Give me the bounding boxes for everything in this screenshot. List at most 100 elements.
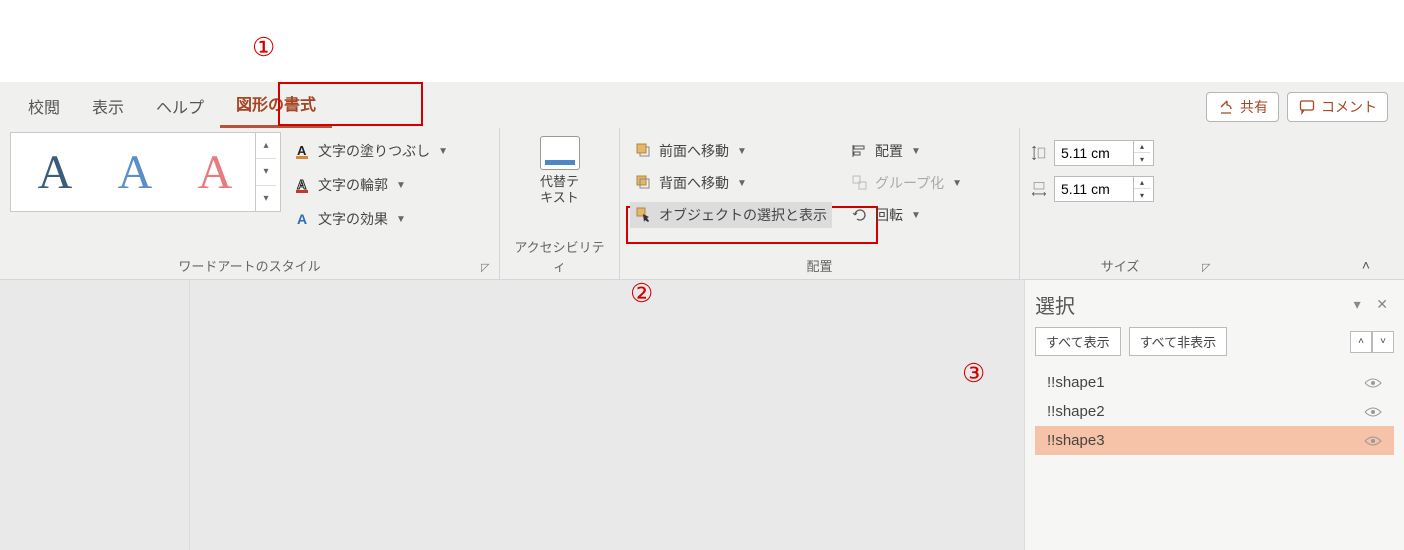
send-backward-label: 背面へ移動: [659, 173, 729, 193]
align-icon: [851, 142, 869, 160]
svg-text:A: A: [297, 177, 307, 192]
height-icon: [1030, 144, 1048, 162]
rotate-label: 回転: [875, 205, 903, 225]
share-icon: [1217, 98, 1235, 116]
selection-pane-button[interactable]: オブジェクトの選択と表示: [630, 202, 832, 228]
group-accessibility: 代替テ キスト アクセシビリティ: [500, 128, 620, 279]
send-backward-button[interactable]: 背面へ移動 ▼: [630, 170, 832, 196]
group-size: ▴ ▾ ▴ ▾: [1020, 128, 1220, 279]
share-button[interactable]: 共有: [1206, 92, 1279, 122]
chevron-down-icon: ▼: [396, 214, 406, 225]
annotation-1: ①: [252, 32, 275, 63]
annotation-2: ②: [630, 278, 653, 309]
pane-close-button[interactable]: ✕: [1370, 296, 1394, 312]
reorder-up-button[interactable]: ˄: [1350, 331, 1372, 353]
text-outline-label: 文字の輪郭: [318, 175, 388, 195]
ribbon-tab-row: 校閲 表示 ヘルプ 図形の書式 共有 コメント: [0, 82, 1404, 128]
tab-review[interactable]: 校閲: [12, 84, 76, 128]
height-input[interactable]: ▴ ▾: [1054, 140, 1154, 166]
text-effects-label: 文字の効果: [318, 209, 388, 229]
svg-text:A: A: [297, 211, 307, 227]
align-button[interactable]: 配置 ▼: [846, 138, 967, 164]
wordart-gallery[interactable]: A A A ▴ ▾ ▾: [10, 132, 281, 212]
alt-text-label-2: キスト: [540, 190, 579, 206]
group-label-arrange: 配置: [630, 253, 1009, 279]
group-label-accessibility: アクセシビリティ: [510, 234, 609, 279]
bring-forward-button[interactable]: 前面へ移動 ▼: [630, 138, 832, 164]
svg-text:A: A: [297, 143, 307, 158]
width-input[interactable]: ▴ ▾: [1054, 176, 1154, 202]
alt-text-label-1: 代替テ: [540, 174, 579, 190]
comment-label: コメント: [1321, 97, 1377, 117]
share-label: 共有: [1240, 97, 1268, 117]
rotate-icon: [851, 206, 869, 224]
show-all-button[interactable]: すべて表示: [1035, 327, 1121, 356]
chevron-down-icon: ▼: [737, 146, 747, 157]
shape-list-item[interactable]: !!shape3: [1035, 426, 1394, 455]
chevron-down-icon: ▼: [911, 210, 921, 221]
ribbon: A A A ▴ ▾ ▾ A 文字の塗りつぶし ▼: [0, 128, 1404, 280]
text-effects-button[interactable]: A 文字の効果 ▼: [289, 206, 453, 232]
group-label-wordart: ワードアートのスタイル: [10, 253, 489, 279]
selection-pane-icon: [635, 206, 653, 224]
chevron-down-icon: ▼: [396, 180, 406, 191]
group-objects-label: グループ化: [875, 173, 944, 193]
group-objects-button: グループ化 ▼: [846, 170, 967, 196]
bring-forward-label: 前面へ移動: [659, 141, 729, 161]
text-fill-label: 文字の塗りつぶし: [318, 141, 430, 161]
reorder-down-button[interactable]: ˅: [1372, 331, 1394, 353]
gallery-scroll-up[interactable]: ▴: [256, 133, 276, 159]
chevron-down-icon: ▼: [438, 146, 448, 157]
dialog-launcher-size[interactable]: ◸: [1202, 261, 1216, 275]
text-outline-button[interactable]: A 文字の輪郭 ▼: [289, 172, 453, 198]
height-spin-down[interactable]: ▾: [1134, 153, 1150, 165]
slide-canvas[interactable]: [190, 280, 1024, 550]
tab-help[interactable]: ヘルプ: [140, 84, 220, 128]
pane-options-button[interactable]: ▾: [1348, 296, 1367, 312]
visibility-toggle-icon[interactable]: [1364, 406, 1382, 418]
dialog-launcher-wordart[interactable]: ◸: [481, 261, 495, 275]
shape-list-item[interactable]: !!shape1: [1035, 368, 1394, 397]
gallery-expand[interactable]: ▾: [256, 186, 276, 211]
width-value[interactable]: [1055, 181, 1133, 197]
group-label-size: サイズ: [1030, 253, 1210, 279]
chevron-down-icon: ▼: [952, 178, 962, 189]
alt-text-button[interactable]: 代替テ キスト: [525, 132, 595, 234]
text-effects-icon: A: [294, 210, 312, 228]
wordart-sample-1[interactable]: A: [15, 145, 95, 200]
selection-pane-title: 選択: [1035, 290, 1075, 319]
height-spin-up[interactable]: ▴: [1134, 141, 1150, 153]
hide-all-button[interactable]: すべて非表示: [1129, 327, 1228, 356]
tab-view[interactable]: 表示: [76, 84, 140, 128]
wordart-sample-3[interactable]: A: [175, 145, 255, 200]
selection-pane: 選択 ▾ ✕ すべて表示 すべて非表示 ˄ ˅ !!shape1 !!shape…: [1024, 280, 1404, 550]
shape-list-item[interactable]: !!shape2: [1035, 397, 1394, 426]
text-fill-icon: A: [294, 142, 312, 160]
shape-name: !!shape3: [1047, 432, 1105, 449]
width-spin-down[interactable]: ▾: [1134, 189, 1150, 201]
comment-button[interactable]: コメント: [1287, 92, 1388, 122]
text-outline-icon: A: [294, 176, 312, 194]
ribbon-collapse-button[interactable]: ˄: [1362, 257, 1370, 273]
chevron-down-icon: ▼: [737, 178, 747, 189]
alt-text-icon: [540, 136, 580, 170]
bring-forward-icon: [635, 142, 653, 160]
visibility-toggle-icon[interactable]: [1364, 377, 1382, 389]
slide-thumbnail-strip[interactable]: [0, 280, 190, 550]
rotate-button[interactable]: 回転 ▼: [846, 202, 967, 228]
annotation-3: ③: [962, 358, 985, 389]
selection-pane-label: オブジェクトの選択と表示: [659, 205, 827, 225]
visibility-toggle-icon[interactable]: [1364, 435, 1382, 447]
send-backward-icon: [635, 174, 653, 192]
height-value[interactable]: [1055, 145, 1133, 161]
wordart-gallery-scroll: ▴ ▾ ▾: [255, 133, 276, 211]
gallery-scroll-down[interactable]: ▾: [256, 159, 276, 185]
chevron-down-icon: ▼: [911, 146, 921, 157]
group-wordart-styles: A A A ▴ ▾ ▾ A 文字の塗りつぶし ▼: [0, 128, 500, 279]
group-icon: [851, 174, 869, 192]
width-spin-up[interactable]: ▴: [1134, 177, 1150, 189]
group-arrange: 前面へ移動 ▼ 背面へ移動 ▼ オブジェクトの選択と表示: [620, 128, 1020, 279]
text-fill-button[interactable]: A 文字の塗りつぶし ▼: [289, 138, 453, 164]
tab-shape-format[interactable]: 図形の書式: [220, 81, 332, 128]
wordart-sample-2[interactable]: A: [95, 145, 175, 200]
